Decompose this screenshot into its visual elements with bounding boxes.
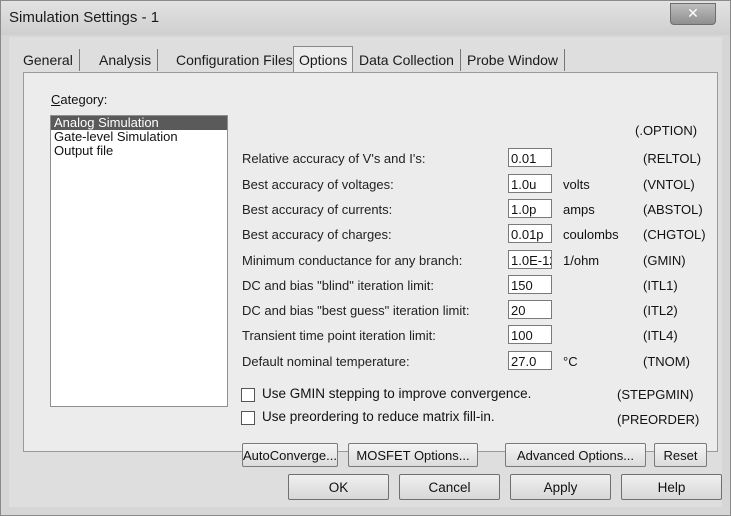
itl1-option: (ITL1) (643, 278, 678, 293)
itl4-option: (ITL4) (643, 328, 678, 343)
tab-data-collection[interactable]: Data Collection (359, 49, 461, 71)
chgtol-unit: coulombs (563, 227, 619, 242)
mosfet-options-button[interactable]: MOSFET Options... (348, 443, 478, 467)
category-list[interactable]: Analog Simulation Gate-level Simulation … (50, 115, 228, 407)
vntol-label: Best accuracy of voltages: (242, 177, 394, 192)
close-icon: ✕ (687, 5, 699, 21)
preorder-option: (PREORDER) (617, 412, 700, 427)
itl1-label: DC and bias "blind" iteration limit: (242, 278, 435, 293)
help-button[interactable]: Help (621, 474, 722, 500)
preorder-label: Use preordering to reduce matrix fill-in… (262, 409, 495, 424)
gmin-unit: 1/ohm (563, 253, 600, 268)
tnom-label: Default nominal temperature: (242, 354, 410, 369)
vntol-option: (VNTOL) (643, 177, 695, 192)
gmin-field[interactable]: 1.0E-12 (508, 250, 552, 269)
tnom-option: (TNOM) (643, 354, 690, 369)
reltol-label: Relative accuracy of V's and I's: (242, 151, 426, 166)
stepgmin-label: Use GMIN stepping to improve convergence… (262, 386, 532, 401)
category-item-gate-level[interactable]: Gate-level Simulation (51, 130, 227, 144)
tab-analysis[interactable]: Analysis (99, 49, 159, 71)
itl4-label: Transient time point iteration limit: (242, 328, 436, 343)
chgtol-label: Best accuracy of charges: (242, 227, 392, 242)
advanced-options-button[interactable]: Advanced Options... (505, 443, 646, 467)
simulation-settings-window: Simulation Settings - 1 ✕ General Analys… (0, 0, 731, 516)
itl1-field[interactable]: 150 (508, 275, 552, 294)
window-title: Simulation Settings - 1 (9, 9, 160, 26)
itl2-field[interactable]: 20 (508, 300, 552, 319)
tab-probe-window[interactable]: Probe Window (467, 49, 566, 71)
vntol-unit: volts (563, 177, 590, 192)
close-button[interactable]: ✕ (670, 3, 716, 25)
abstol-label: Best accuracy of currents: (242, 202, 393, 217)
options-panel: Category: Analog Simulation Gate-level S… (23, 72, 718, 467)
tnom-unit: °C (563, 354, 578, 369)
vntol-field[interactable]: 1.0u (508, 174, 552, 193)
chgtol-option: (CHGTOL) (643, 227, 706, 242)
category-item-output-file[interactable]: Output file (51, 144, 227, 158)
reltol-option: (RELTOL) (643, 151, 702, 166)
stepgmin-checkbox[interactable] (241, 388, 255, 402)
gmin-label: Minimum conductance for any branch: (242, 253, 463, 268)
autoconverge-button[interactable]: AutoConverge... (242, 443, 338, 467)
itl2-option: (ITL2) (643, 303, 678, 318)
gmin-option: (GMIN) (643, 253, 686, 268)
cancel-button[interactable]: Cancel (399, 474, 500, 500)
abstol-unit: amps (563, 202, 595, 217)
apply-button[interactable]: Apply (510, 474, 611, 500)
itl2-label: DC and bias "best guess" iteration limit… (242, 303, 470, 318)
stepgmin-option: (STEPGMIN) (617, 387, 694, 402)
title-bar[interactable]: Simulation Settings - 1 ✕ (1, 1, 730, 35)
category-label: Category: (51, 92, 108, 107)
chgtol-field[interactable]: 0.01p (508, 224, 552, 243)
dialog-client-area: General Analysis Configuration Files Opt… (9, 37, 722, 507)
tnom-field[interactable]: 27.0 (508, 351, 552, 370)
option-header: (.OPTION) (635, 123, 698, 138)
abstol-option: (ABSTOL) (643, 202, 703, 217)
reltol-field[interactable]: 0.01 (508, 148, 552, 167)
ok-button[interactable]: OK (288, 474, 389, 500)
tab-options[interactable]: Options (293, 46, 354, 73)
category-item-analog[interactable]: Analog Simulation (51, 116, 227, 130)
abstol-field[interactable]: 1.0p (508, 199, 552, 218)
tab-general[interactable]: General (23, 49, 80, 71)
tab-configuration-files[interactable]: Configuration Files (176, 49, 293, 71)
preorder-checkbox[interactable] (241, 411, 255, 425)
itl4-field[interactable]: 100 (508, 325, 552, 344)
reset-button[interactable]: Reset (654, 443, 707, 467)
